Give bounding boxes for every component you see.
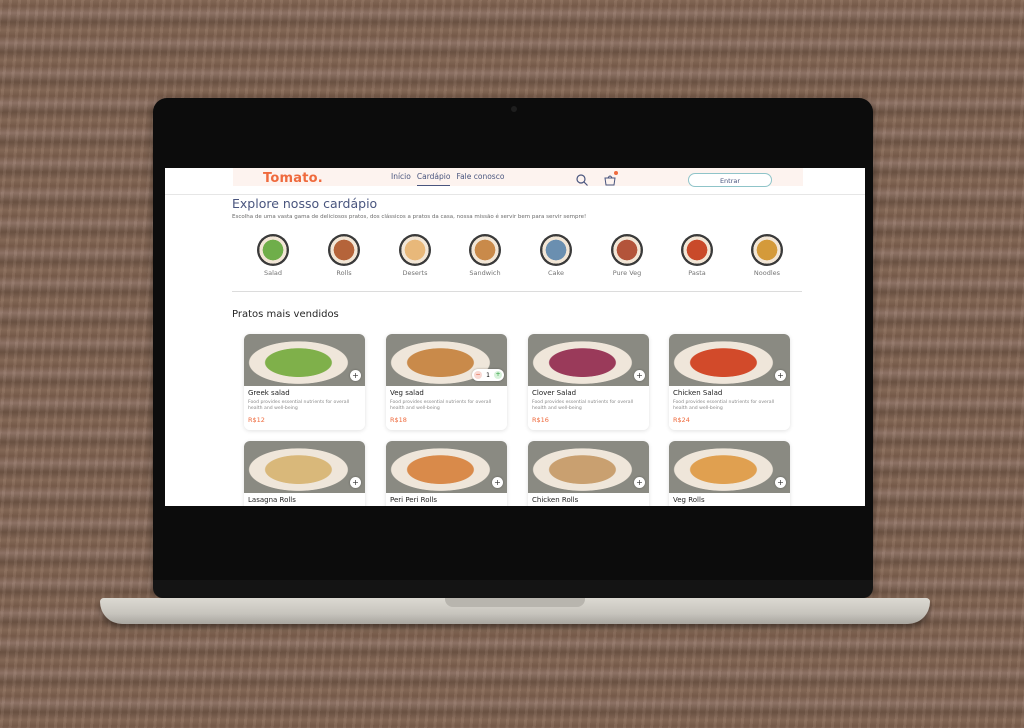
category-image [681, 234, 713, 266]
food-card[interactable]: Veg Rolls + [669, 441, 790, 506]
food-name: Veg salad [390, 389, 424, 397]
food-card[interactable]: Greek salad Food provides essential nutr… [244, 334, 365, 430]
food-image [669, 441, 790, 493]
category-pure-veg[interactable]: Pure Veg [607, 234, 647, 277]
category-label: Noodles [753, 269, 781, 277]
quantity-stepper: − 1 + [472, 369, 504, 381]
category-sandwich[interactable]: Sandwich [465, 234, 505, 277]
category-image [257, 234, 289, 266]
food-card[interactable]: Peri Peri Rolls + [386, 441, 507, 506]
food-card-body: Lasagna Rolls [244, 493, 365, 506]
food-name: Veg Rolls [673, 496, 705, 504]
explore-description: Escolha de uma vasta gama de deliciosos … [232, 214, 587, 220]
food-description: Food provides essential nutrients for ov… [673, 400, 775, 411]
category-image [751, 234, 783, 266]
food-name: Lasagna Rolls [248, 496, 296, 504]
food-name: Chicken Salad [673, 389, 723, 397]
nav-menu: Início Cardápio Fale conosco [391, 172, 504, 186]
category-label: Sandwich [469, 269, 501, 277]
category-image [469, 234, 501, 266]
food-description: Food provides essential nutrients for ov… [532, 400, 634, 411]
search-icon[interactable] [575, 173, 589, 187]
section-divider [232, 291, 802, 292]
food-card-body: Chicken Salad Food provides essential nu… [669, 386, 790, 430]
nav-item-cardapio[interactable]: Cardápio [416, 172, 451, 186]
food-price: R$18 [390, 416, 407, 424]
add-to-cart-button[interactable]: + [634, 370, 645, 381]
camera [511, 106, 517, 112]
category-label: Cake [547, 269, 565, 277]
food-image [528, 334, 649, 386]
food-card[interactable]: Chicken Rolls + [528, 441, 649, 506]
add-to-cart-button[interactable]: + [775, 370, 786, 381]
increment-button[interactable]: + [493, 371, 502, 379]
food-description: Food provides essential nutrients for ov… [390, 400, 492, 411]
food-card[interactable]: Clover Salad Food provides essential nut… [528, 334, 649, 430]
food-card-body: Veg salad Food provides essential nutrie… [386, 386, 507, 430]
food-card-body: Peri Peri Rolls [386, 493, 507, 506]
category-noodles[interactable]: Noodles [747, 234, 787, 277]
food-image [528, 441, 649, 493]
food-card-body: Veg Rolls [669, 493, 790, 506]
food-name: Chicken Rolls [532, 496, 579, 504]
food-card[interactable]: Veg salad Food provides essential nutrie… [386, 334, 507, 430]
category-label: Salad [263, 269, 283, 277]
food-card[interactable]: Lasagna Rolls + [244, 441, 365, 506]
add-to-cart-button[interactable]: + [350, 477, 361, 488]
explore-title: Explore nosso cardápio [232, 196, 378, 211]
food-image [244, 441, 365, 493]
basket-badge [614, 171, 618, 175]
food-card-body: Chicken Rolls [528, 493, 649, 506]
food-description: Food provides essential nutrients for ov… [248, 400, 350, 411]
category-salad[interactable]: Salad [253, 234, 293, 277]
food-image [244, 334, 365, 386]
category-label: Deserts [402, 269, 428, 277]
nav-item-fale-conosco[interactable]: Fale conosco [456, 172, 504, 186]
category-pasta[interactable]: Pasta [677, 234, 717, 277]
category-image [540, 234, 572, 266]
category-label: Rolls [336, 269, 352, 277]
food-price: R$12 [248, 416, 265, 424]
laptop-base [100, 598, 930, 624]
food-name: Greek salad [248, 389, 290, 397]
category-rolls[interactable]: Rolls [324, 234, 364, 277]
basket-icon[interactable] [603, 173, 617, 187]
food-card-body: Clover Salad Food provides essential nut… [528, 386, 649, 430]
category-deserts[interactable]: Deserts [395, 234, 435, 277]
category-image [399, 234, 431, 266]
food-image [669, 334, 790, 386]
food-name: Clover Salad [532, 389, 577, 397]
website-screen: Tomato. Início Cardápio Fale conosco Ent… [165, 168, 865, 506]
food-price: R$24 [673, 416, 690, 424]
food-card-body: Greek salad Food provides essential nutr… [244, 386, 365, 430]
category-label: Pure Veg [612, 269, 642, 277]
category-image [611, 234, 643, 266]
laptop-bezel-bottom [153, 580, 873, 598]
add-to-cart-button[interactable]: + [350, 370, 361, 381]
nav-item-inicio[interactable]: Início [391, 172, 411, 186]
laptop-notch [445, 598, 585, 607]
food-image [386, 441, 507, 493]
logo[interactable]: Tomato. [263, 171, 323, 186]
food-card[interactable]: Chicken Salad Food provides essential nu… [669, 334, 790, 430]
category-cake[interactable]: Cake [536, 234, 576, 277]
quantity-value: 1 [486, 371, 490, 379]
food-price: R$16 [532, 416, 549, 424]
add-to-cart-button[interactable]: + [634, 477, 645, 488]
category-list: Salad Rolls Deserts Sandwich Cake Pure V… [253, 234, 783, 282]
category-label: Pasta [688, 269, 706, 277]
add-to-cart-button[interactable]: + [775, 477, 786, 488]
category-image [328, 234, 360, 266]
add-to-cart-button[interactable]: + [492, 477, 503, 488]
signin-button[interactable]: Entrar [688, 173, 772, 187]
decrement-button[interactable]: − [474, 371, 482, 379]
navbar: Tomato. Início Cardápio Fale conosco Ent… [165, 168, 865, 195]
top-dishes-title: Pratos mais vendidos [232, 309, 339, 320]
food-name: Peri Peri Rolls [390, 496, 438, 504]
